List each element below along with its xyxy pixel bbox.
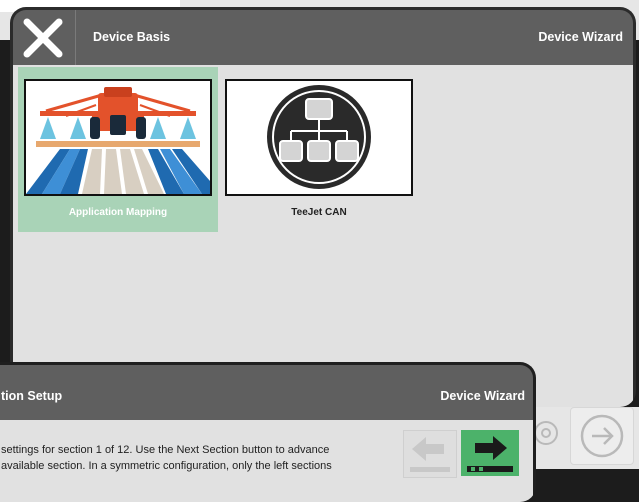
titlebar: Device Basis Device Wizard [13, 10, 633, 65]
section-setup-content: settings for section 1 of 12. Use the Ne… [0, 420, 533, 502]
network-hierarchy-icon [227, 81, 411, 194]
background-toolbar [536, 407, 639, 469]
previous-section-button[interactable] [403, 430, 457, 478]
window-title: Device Basis [93, 30, 171, 44]
titlebar-divider [75, 10, 76, 65]
close-button[interactable] [13, 10, 73, 65]
tile-label: TeeJet CAN [291, 207, 347, 218]
device-basis-window: Device Basis Device Wizard Application M… [10, 7, 636, 407]
titlebar: tion Setup Device Wizard [0, 365, 533, 420]
tile-label: Application Mapping [68, 207, 168, 218]
tile-area: Application Mapping TeeJet CAN [13, 65, 633, 407]
forward-button[interactable] [570, 407, 634, 465]
settings-gear-icon [536, 409, 568, 457]
tile-teejet-can[interactable]: TeeJet CAN [219, 67, 419, 232]
close-icon [23, 18, 63, 57]
next-section-button[interactable] [461, 430, 519, 476]
teejet-can-image [225, 79, 413, 196]
arrow-left-icon [410, 437, 450, 472]
tile-application-mapping[interactable]: Application Mapping [18, 67, 218, 232]
section-description: settings for section 1 of 12. Use the Ne… [1, 444, 332, 472]
wizard-label: Device Wizard [538, 30, 623, 44]
section-setup-window: tion Setup Device Wizard settings for se… [0, 362, 536, 502]
sprayer-field-icon [26, 81, 210, 194]
wizard-label: Device Wizard [440, 389, 525, 403]
window-title: tion Setup [1, 389, 63, 403]
arrow-right-icon [467, 436, 513, 472]
circle-arrow-right-icon [580, 414, 624, 458]
application-mapping-image [24, 79, 212, 196]
